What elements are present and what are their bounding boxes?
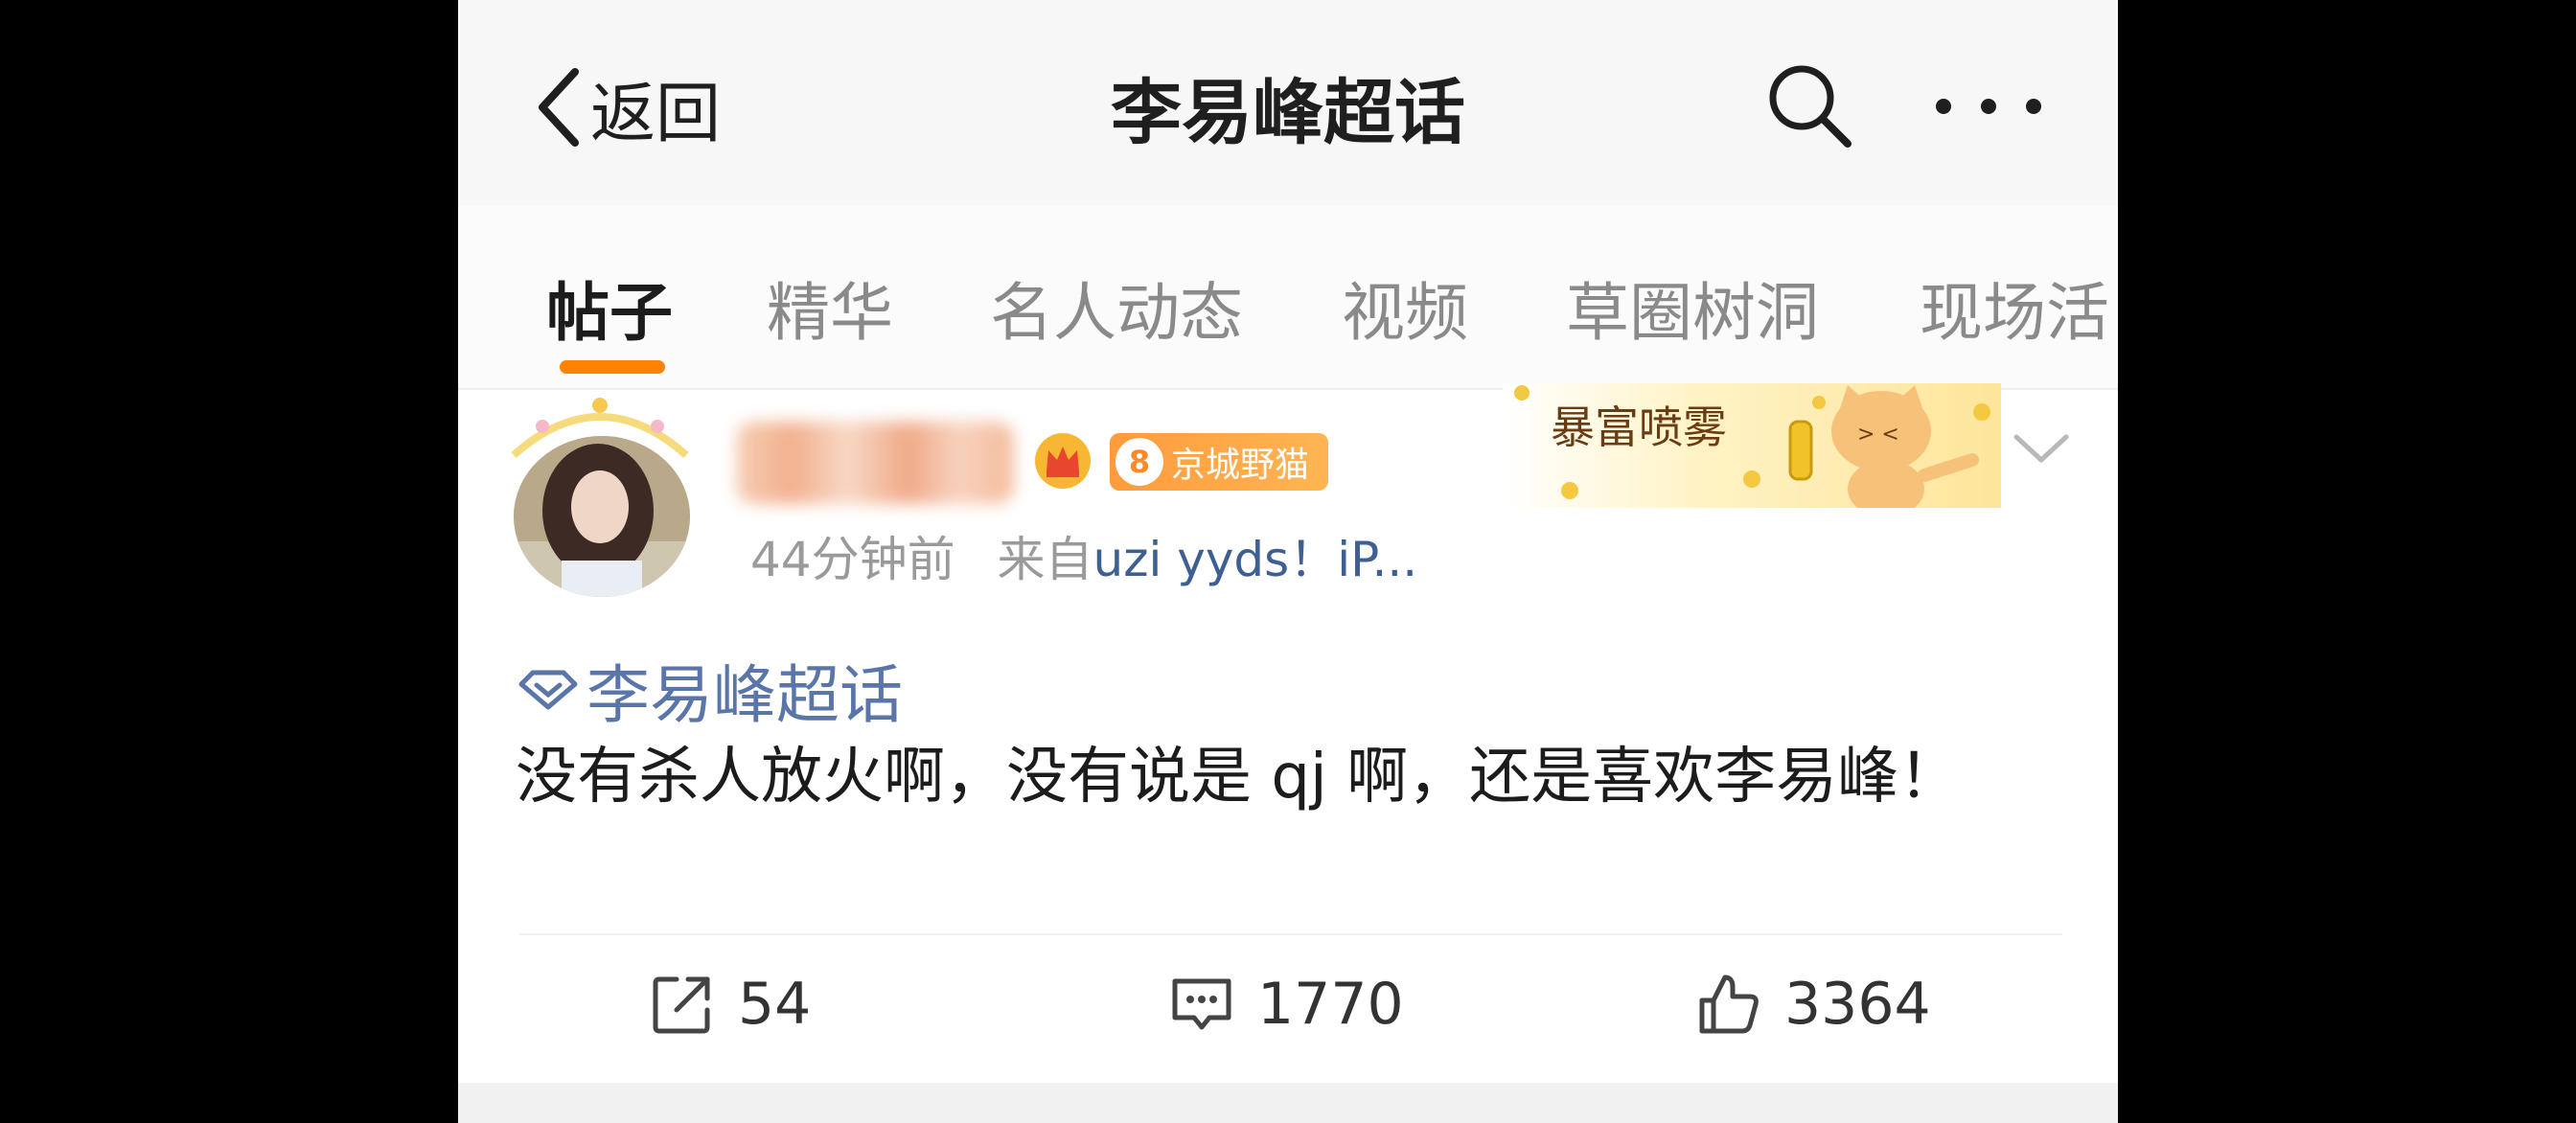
svg-text:> <: > < — [1857, 423, 1899, 447]
user-avatar[interactable] — [514, 436, 690, 597]
like-button[interactable]: 3364 — [1694, 970, 1931, 1039]
repost-icon — [653, 976, 710, 1034]
divider — [519, 933, 2062, 935]
tab-celebrity-news[interactable]: 名人动态 — [990, 262, 1243, 354]
tab-tree-hole[interactable]: 草圈树洞 — [1566, 262, 1819, 354]
next-post-separator — [458, 1083, 2118, 1123]
tab-posts[interactable]: 帖子 — [546, 262, 673, 354]
top-navigation-bar: 返回 李易峰超话 — [458, 0, 2118, 206]
source-prefix: 来自 — [997, 532, 1093, 587]
tab-live-events[interactable]: 现场活 — [1920, 262, 2109, 354]
fan-level-number: 8 — [1116, 438, 1163, 486]
topic-label: 李易峰超话 — [586, 658, 903, 732]
comment-icon — [1172, 978, 1231, 1030]
comment-count: 1770 — [1257, 971, 1404, 1038]
comment-button[interactable]: 1770 — [1167, 970, 1404, 1039]
card-decoration: 暴富喷雾 > < — [1503, 383, 2001, 508]
chevron-down-icon[interactable] — [2011, 429, 2072, 468]
post-meta: 44分钟前 来自uzi yyds！iP... — [750, 521, 1417, 590]
fan-group-name: 京城野猫 — [1171, 446, 1310, 485]
fan-level-badge[interactable]: 8 京城野猫 — [1110, 433, 1328, 491]
active-tab-indicator — [560, 360, 665, 374]
more-icon[interactable] — [1932, 88, 2045, 125]
page-title: 李易峰超话 — [1111, 72, 1465, 154]
tab-videos[interactable]: 视频 — [1342, 262, 1468, 354]
post-time: 44分钟前 — [750, 532, 955, 587]
repost-count: 54 — [738, 971, 812, 1038]
username-blurred[interactable] — [736, 422, 1014, 504]
like-icon — [1699, 974, 1759, 1034]
avatar-image — [514, 436, 690, 597]
search-icon[interactable] — [1763, 59, 1855, 151]
crown-icon — [1035, 433, 1091, 489]
topic-diamond-icon — [518, 670, 578, 710]
post-text: 没有杀人放火啊，没有说是 qj 啊，还是喜欢李易峰！ — [516, 742, 1961, 813]
tab-bar: 帖子 精华 名人动态 视频 草圈树洞 现场活 — [458, 206, 2118, 390]
card-decoration-text: 暴富喷雾 — [1551, 401, 1727, 453]
repost-button[interactable]: 54 — [648, 970, 811, 1039]
like-count: 3364 — [1784, 971, 1931, 1038]
topic-tag[interactable]: 李易峰超话 — [518, 644, 903, 736]
post-source[interactable]: uzi yyds！iP... — [1093, 532, 1418, 587]
tab-featured[interactable]: 精华 — [767, 262, 893, 354]
phone-screen: 返回 李易峰超话 帖子 精华 名人动态 视频 草圈树洞 现场活 8 京城野猫 4… — [458, 0, 2118, 1123]
